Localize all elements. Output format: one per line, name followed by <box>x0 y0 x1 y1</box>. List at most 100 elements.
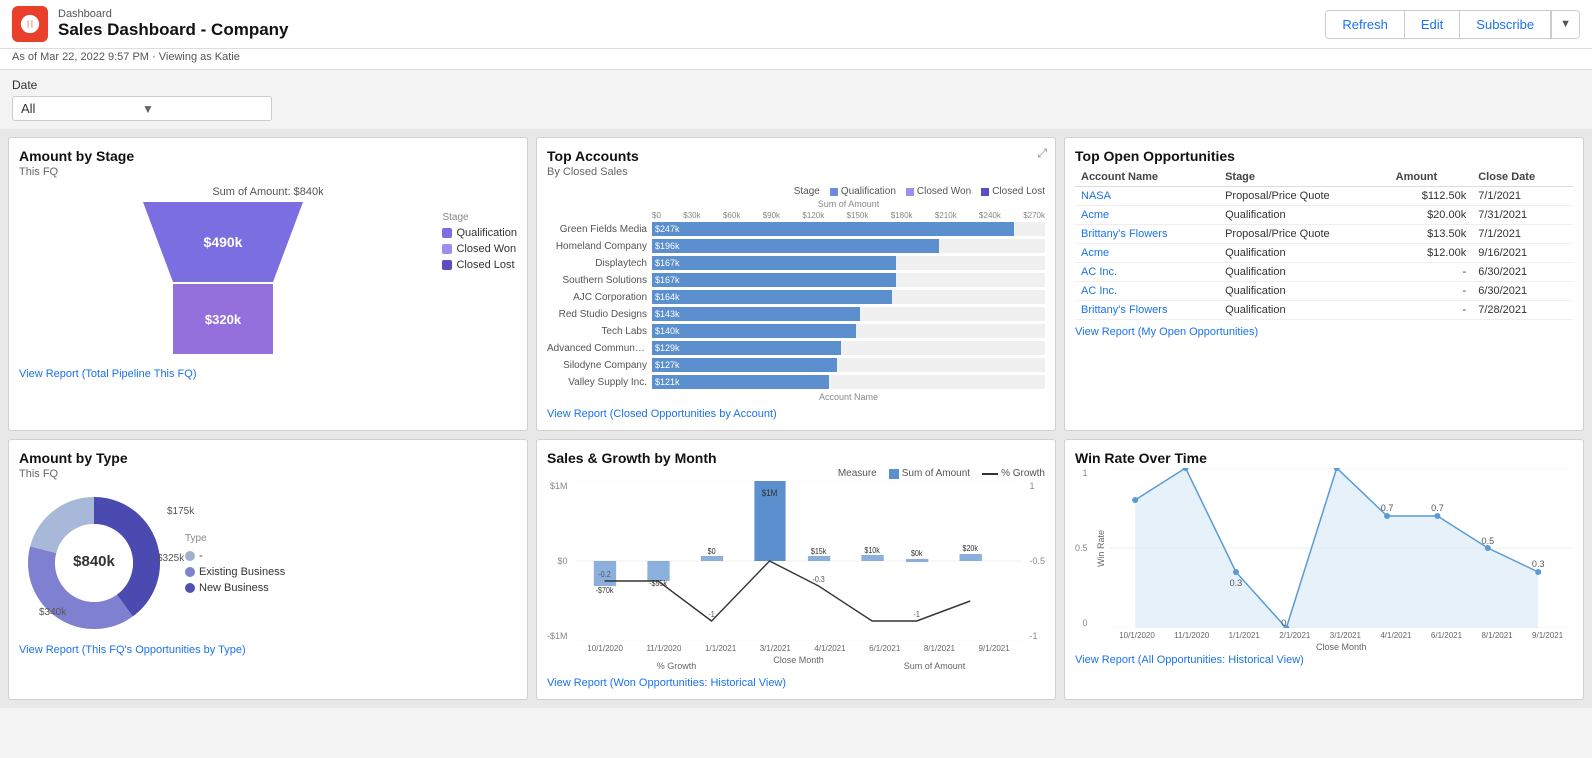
panel-accounts-title: Top Accounts <box>547 148 1045 164</box>
panel-accounts-link[interactable]: View Report (Closed Opportunities by Acc… <box>547 408 1045 420</box>
refresh-button[interactable]: Refresh <box>1326 11 1405 38</box>
header-dropdown-arrow[interactable]: ▼ <box>1551 11 1579 38</box>
legend-dot-new <box>185 583 195 593</box>
svg-text:$15k: $15k <box>810 547 826 556</box>
legend-new: New Business <box>185 582 285 594</box>
panel-top-open-opportunities: Top Open Opportunities Account Name Stag… <box>1064 137 1584 431</box>
svg-text:$320k: $320k <box>205 312 242 327</box>
opp-account-name[interactable]: Brittany's Flowers <box>1075 301 1219 320</box>
wr-x-jan21: 1/1/2021 <box>1229 631 1260 640</box>
bar-row: Advanced Communications $129k <box>547 341 1045 355</box>
bar-fill: $164k <box>652 290 892 304</box>
edit-button[interactable]: Edit <box>1405 11 1460 38</box>
winrate-canvas: 0.3 0 0.7 0.7 0.5 0.3 10/1/2020 11/1/202… <box>1110 468 1573 648</box>
header-title-block: Dashboard Sales Dashboard - Company <box>58 8 289 40</box>
expand-icon[interactable]: ⤢ <box>1037 146 1047 161</box>
opp-account-name[interactable]: Acme <box>1075 206 1219 225</box>
bar-label: Red Studio Designs <box>547 309 652 320</box>
panel-stage-link[interactable]: View Report (Total Pipeline This FQ) <box>19 368 517 380</box>
legend-label-closed-lost: Closed Lost <box>456 259 514 271</box>
bar-label: Tech Labs <box>547 326 652 337</box>
x-oct20: 10/1/2020 <box>587 644 623 653</box>
opp-amount: - <box>1390 263 1473 282</box>
date-filter-select[interactable]: All ▼ <box>12 96 272 121</box>
svg-text:-0.3: -0.3 <box>812 575 824 584</box>
legend-existing: Existing Business <box>185 566 285 578</box>
segment-label-325k: $325k <box>157 553 184 564</box>
opp-stage: Qualification <box>1219 282 1390 301</box>
opp-account-name[interactable]: Acme <box>1075 244 1219 263</box>
opp-stage: Qualification <box>1219 244 1390 263</box>
bar-chart: Green Fields Media $247k Homeland Compan… <box>547 222 1045 389</box>
funnel-chart: $490k $320k <box>133 202 313 362</box>
panel-type-link[interactable]: View Report (This FQ's Opportunities by … <box>19 644 517 656</box>
legend-lost: Closed Lost <box>981 186 1045 197</box>
bar-fill: $121k <box>652 375 829 389</box>
legend-dot-closed-lost <box>442 260 452 270</box>
y-right-minus1: -1 <box>1029 631 1045 641</box>
panel-growth-link[interactable]: View Report (Won Opportunities: Historic… <box>547 677 1045 689</box>
panel-type-title: Amount by Type <box>19 450 517 466</box>
growth-x-axis: 10/1/2020 11/1/2020 1/1/2021 3/1/2021 4/… <box>576 644 1022 653</box>
legend-dot-existing <box>185 567 195 577</box>
lost-dot <box>981 188 989 196</box>
sum-label: Sum of Amount: $840k <box>19 186 517 198</box>
growth-y-axis: $1M $0 -$1M <box>547 481 572 661</box>
bar-fill: $127k <box>652 358 837 372</box>
segment-label-340k: $340k <box>39 607 66 618</box>
bar-value: $127k <box>652 360 680 370</box>
bar-row: Green Fields Media $247k <box>547 222 1045 236</box>
bar-row: Silodyne Company $127k <box>547 358 1045 372</box>
opp-account-name[interactable]: AC Inc. <box>1075 263 1219 282</box>
filter-label: Date <box>12 78 1580 92</box>
opp-account-name[interactable]: AC Inc. <box>1075 282 1219 301</box>
x-sep21: 9/1/2021 <box>979 644 1010 653</box>
bar-row: Displaytech $167k <box>547 256 1045 270</box>
panel-type-subtitle: This FQ <box>19 468 517 480</box>
opp-account-name[interactable]: NASA <box>1075 187 1219 206</box>
qual-dot <box>830 188 838 196</box>
subscribe-button[interactable]: Subscribe <box>1460 11 1551 38</box>
panel-opp-link[interactable]: View Report (My Open Opportunities) <box>1075 326 1573 338</box>
timestamp-label: As of Mar 22, 2022 9:57 PM · Viewing as … <box>12 51 240 63</box>
stage-legend-header: Stage <box>442 212 517 223</box>
svg-text:0: 0 <box>1281 618 1286 628</box>
winrate-y-label: Win Rate <box>1096 468 1106 628</box>
svg-text:$10k: $10k <box>864 546 880 555</box>
winrate-x-axis: 10/1/2020 11/1/2020 1/1/2021 2/1/2021 3/… <box>1110 631 1573 640</box>
opp-account-name[interactable]: Brittany's Flowers <box>1075 225 1219 244</box>
accounts-stage-legend: Stage Qualification Closed Won Closed Lo… <box>547 186 1045 197</box>
bar-fill: $247k <box>652 222 1014 236</box>
panel-accounts-subtitle: By Closed Sales <box>547 166 1045 178</box>
wr-y-05: 0.5 <box>1075 543 1088 553</box>
svg-text:-$70k: -$70k <box>595 586 613 595</box>
col-amount: Amount <box>1390 168 1473 187</box>
panel-winrate-link[interactable]: View Report (All Opportunities: Historic… <box>1075 654 1573 666</box>
growth-chart-canvas: $1M -$70k -$55k $0 $15k $10k $0k <box>576 481 1022 661</box>
x-apr21: 4/1/2021 <box>814 644 845 653</box>
filter-dropdown-arrow: ▼ <box>142 102 263 116</box>
winrate-chart-area: 1 0.5 0 Win Rate <box>1075 468 1573 648</box>
growth-svg: $1M -$70k -$55k $0 $15k $10k $0k <box>576 481 1022 641</box>
panel-stage-subtitle: This FQ <box>19 166 517 178</box>
sum-dot <box>889 469 899 479</box>
panel-stage-title: Amount by Stage <box>19 148 517 164</box>
opp-table-header: Account Name Stage Amount Close Date <box>1075 168 1573 187</box>
bar-track: $167k <box>652 256 1045 270</box>
bar-row: Homeland Company $196k <box>547 239 1045 253</box>
opportunities-table: Account Name Stage Amount Close Date NAS… <box>1075 168 1573 320</box>
measure-header: Measure <box>838 468 877 479</box>
opp-close-date: 6/30/2021 <box>1472 263 1573 282</box>
donut-chart: $840k $175k $325k $340k <box>19 488 169 638</box>
bar-fill: $129k <box>652 341 841 355</box>
svg-text:-1: -1 <box>913 610 919 619</box>
col-account-name: Account Name <box>1075 168 1219 187</box>
legend-label-new: New Business <box>199 582 269 594</box>
svg-text:-0.2: -0.2 <box>598 570 610 579</box>
legend-won: Closed Won <box>906 186 971 197</box>
panel-win-rate: Win Rate Over Time 1 0.5 0 Win Rate <box>1064 439 1584 700</box>
app-icon <box>12 6 48 42</box>
bar-label: Homeland Company <box>547 241 652 252</box>
opp-close-date: 7/28/2021 <box>1472 301 1573 320</box>
opp-stage: Proposal/Price Quote <box>1219 225 1390 244</box>
